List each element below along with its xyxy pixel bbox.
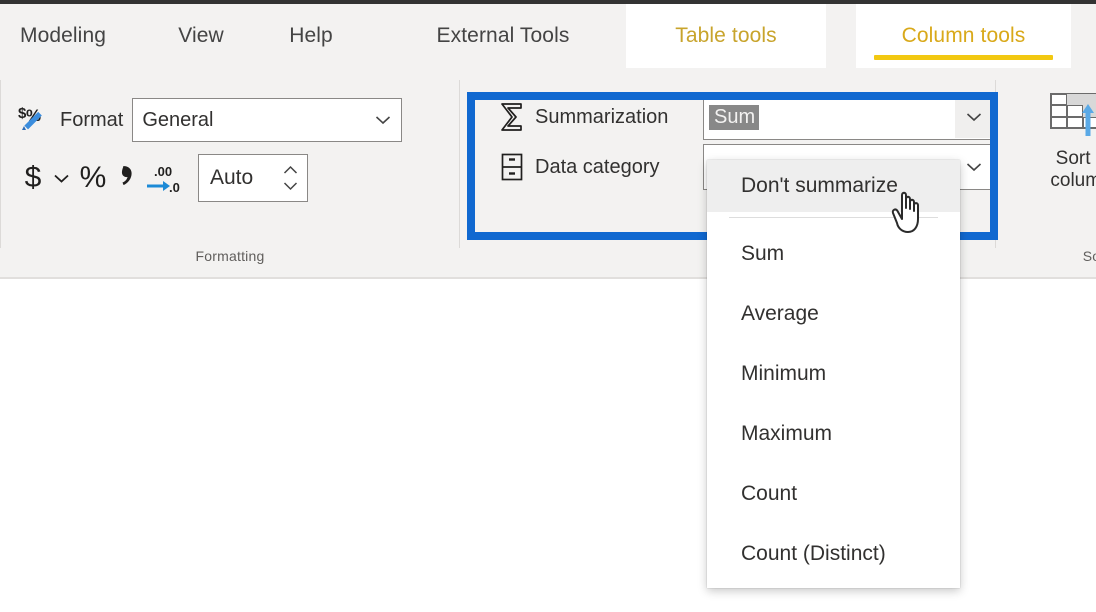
dropdown-item-sum[interactable]: Sum [707, 224, 960, 284]
decimal-places-button[interactable]: .00 .0 [144, 156, 190, 200]
format-label: Format [60, 108, 124, 131]
dropdown-item-minimum[interactable]: Minimum [707, 344, 960, 404]
data-category-icon [497, 152, 527, 182]
svg-text:.00: .00 [154, 164, 172, 179]
format-dropdown[interactable]: General [132, 98, 403, 142]
tab-help[interactable]: Help [266, 4, 356, 68]
summarization-dropdown-menu[interactable]: Don't summarize Sum Average Minimum Maxi… [707, 160, 960, 588]
sort-by-column-button[interactable]: Sort b column [1016, 90, 1096, 193]
tab-help-label: Help [289, 24, 333, 47]
decimal-places-icon: .00 .0 [145, 161, 189, 195]
decimal-places-value: Auto [210, 166, 254, 189]
dropdown-item-label: Sum [741, 242, 785, 265]
ribbon-group-sort: Sort b column Sort [996, 68, 1096, 278]
ribbon-group-formatting: $ % Format General $ % .00 .0 Auto Forma… [0, 68, 460, 278]
dropdown-item-count[interactable]: Count [707, 464, 960, 524]
data-category-row: Data category [497, 146, 660, 188]
summarization-dropdown[interactable]: Sum [703, 94, 993, 140]
chevron-down-icon[interactable] [283, 182, 298, 191]
sigma-icon [497, 102, 527, 132]
currency-percent-pencil-icon: $ % [18, 104, 54, 136]
percent-button[interactable]: % [74, 156, 112, 200]
tab-external-tools[interactable]: External Tools [398, 4, 608, 68]
number-format-buttons: $ % .00 .0 Auto [18, 154, 308, 202]
ribbon-tab-strip: Modeling View Help External Tools Table … [0, 0, 1096, 68]
dropdown-separator [729, 217, 938, 218]
dropdown-item-label: Maximum [741, 422, 833, 445]
percent-icon: % [79, 161, 107, 194]
dropdown-item-label: Don't summarize [741, 174, 898, 197]
chevron-up-icon[interactable] [283, 165, 298, 175]
dropdown-item-label: Average [741, 302, 819, 325]
chevron-down-icon [53, 173, 70, 184]
tab-column-tools-label: Column tools [901, 24, 1026, 47]
group-label-sort: Sort [1082, 248, 1096, 264]
tab-view[interactable]: View [156, 4, 246, 68]
sort-by-column-label-line1: Sort b [1055, 148, 1096, 169]
currency-menu-button[interactable] [48, 156, 74, 200]
chevron-down-icon [375, 115, 391, 125]
format-dropdown-value: General [142, 108, 214, 131]
summarization-label: Summarization [535, 105, 669, 128]
comma-separator-icon [119, 162, 137, 194]
currency-icon: $ [24, 161, 42, 194]
sort-by-column-label-line2: column [1050, 170, 1096, 192]
tab-external-tools-label: External Tools [436, 24, 570, 47]
data-category-label: Data category [535, 155, 660, 178]
format-row: $ % Format General [18, 98, 403, 142]
summarization-value: Sum [709, 104, 760, 130]
thousands-separator-button[interactable] [112, 156, 144, 200]
dropdown-item-label: Minimum [741, 362, 827, 385]
tab-modeling-label: Modeling [19, 24, 107, 47]
currency-button[interactable]: $ [18, 156, 48, 200]
group-label-formatting: Formatting [195, 248, 265, 264]
group-divider [459, 80, 460, 248]
tab-table-tools[interactable]: Table tools [626, 4, 826, 68]
svg-text:.0: .0 [169, 180, 180, 195]
tab-table-tools-label: Table tools [675, 24, 777, 47]
tab-column-tools[interactable]: Column tools [856, 4, 1071, 68]
tab-view-label: View [178, 24, 224, 47]
dropdown-item-average[interactable]: Average [707, 284, 960, 344]
group-divider [0, 80, 1, 248]
sort-by-column-icon [1050, 90, 1096, 142]
summarization-row: Summarization [497, 96, 668, 138]
tab-modeling[interactable]: Modeling [0, 4, 148, 68]
dropdown-item-count-distinct[interactable]: Count (Distinct) [707, 524, 960, 584]
stepper-arrows [283, 165, 298, 191]
dropdown-item-dont-summarize[interactable]: Don't summarize [707, 160, 960, 212]
dropdown-item-maximum[interactable]: Maximum [707, 404, 960, 464]
chevron-down-icon [966, 112, 982, 122]
decimal-places-stepper[interactable]: Auto [198, 154, 308, 202]
dropdown-item-label: Count [741, 482, 798, 505]
chevron-down-icon [966, 162, 982, 172]
dropdown-item-label: Count (Distinct) [741, 542, 886, 565]
tab-active-underline [874, 55, 1053, 60]
power-bi-window: Modeling View Help External Tools Table … [0, 0, 1096, 612]
